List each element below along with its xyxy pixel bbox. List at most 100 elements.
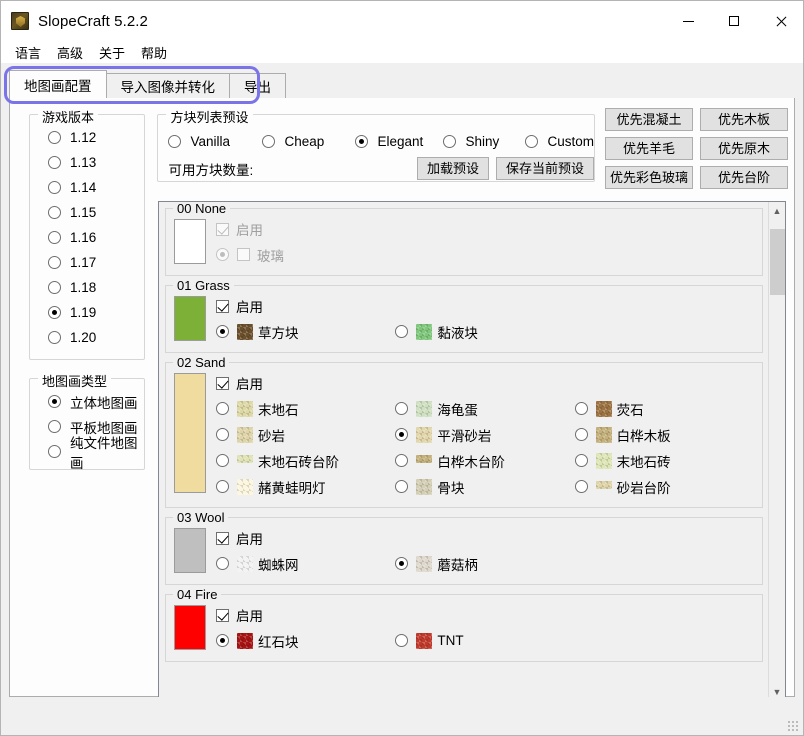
block-option[interactable]: 砂岩台阶 — [575, 474, 754, 499]
block-option-label: 红石块 — [258, 631, 299, 651]
priority-log-button[interactable]: 优先原木 — [700, 137, 788, 160]
block-option[interactable]: 末地石砖台阶 — [216, 448, 395, 473]
radio-icon — [395, 480, 408, 493]
radio-version-1-14[interactable]: 1.14 — [30, 175, 144, 200]
tab-map-config[interactable]: 地图画配置 — [9, 70, 107, 98]
scroll-thumb[interactable] — [770, 229, 785, 295]
radio-preset-cheap[interactable]: Cheap — [262, 134, 355, 149]
tab-content-map-config: 游戏版本 1.12 1.13 1.14 1.15 1.16 1.17 1.18 … — [9, 98, 795, 697]
block-option[interactable]: 砂岩 — [216, 422, 395, 447]
enable-checkbox[interactable]: 启用 — [216, 528, 754, 548]
block-texture-icon — [596, 481, 612, 489]
radio-version-1-13[interactable]: 1.13 — [30, 150, 144, 175]
radio-label: 1.17 — [70, 255, 96, 270]
block-option[interactable]: 蘑菇柄 — [395, 551, 574, 576]
enable-checkbox[interactable]: 启用 — [216, 605, 754, 625]
radio-icon — [48, 395, 61, 408]
block-texture-icon — [237, 455, 253, 463]
block-option[interactable]: 骨块 — [395, 474, 574, 499]
resize-grip-icon[interactable] — [787, 720, 799, 732]
block-texture-icon — [416, 556, 432, 572]
radio-icon — [216, 480, 229, 493]
priority-slab-button[interactable]: 优先台阶 — [700, 166, 788, 189]
checkbox-icon — [216, 223, 229, 236]
radio-icon — [48, 181, 61, 194]
radio-icon — [216, 248, 229, 261]
radio-version-1-18[interactable]: 1.18 — [30, 275, 144, 300]
radio-label: 1.19 — [70, 305, 96, 320]
block-option[interactable]: 赭黄蛙明灯 — [216, 474, 395, 499]
priority-stained-glass-button[interactable]: 优先彩色玻璃 — [605, 166, 693, 189]
tab-import-convert[interactable]: 导入图像并转化 — [106, 73, 231, 98]
radio-icon — [48, 420, 61, 433]
radio-version-1-19[interactable]: 1.19 — [30, 300, 144, 325]
menu-item-help[interactable]: 帮助 — [133, 41, 175, 64]
block-option[interactable]: 红石块 — [216, 628, 395, 653]
block-option-label: TNT — [437, 633, 463, 648]
scroll-track[interactable] — [769, 219, 786, 683]
block-texture-icon — [237, 427, 253, 443]
window-controls — [665, 1, 803, 41]
block-option[interactable]: TNT — [395, 628, 574, 653]
priority-concrete-button[interactable]: 优先混凝土 — [605, 108, 693, 131]
radio-icon — [575, 428, 588, 441]
radio-label: 1.15 — [70, 205, 96, 220]
close-button[interactable] — [757, 1, 803, 41]
block-option-label: 赭黄蛙明灯 — [258, 477, 326, 497]
block-option[interactable]: 白桦木台阶 — [395, 448, 574, 473]
block-option-label: 砂岩 — [258, 425, 285, 445]
block-option[interactable]: 平滑砂岩 — [395, 422, 574, 447]
radio-version-1-15[interactable]: 1.15 — [30, 200, 144, 225]
maximize-button[interactable] — [711, 1, 757, 41]
checkbox-icon — [216, 300, 229, 313]
radio-icon — [355, 135, 368, 148]
priority-button-grid: 优先混凝土 优先木板 优先羊毛 优先原木 优先彩色玻璃 优先台阶 — [605, 108, 788, 189]
menu-item-advanced[interactable]: 高级 — [49, 41, 91, 64]
radio-preset-elegant[interactable]: Elegant — [355, 134, 443, 149]
load-preset-button[interactable]: 加载预设 — [417, 157, 489, 180]
radio-map-type-file[interactable]: 纯文件地图画 — [30, 439, 144, 464]
block-option-label: 蘑菇柄 — [437, 554, 478, 574]
block-option[interactable]: 荧石 — [575, 396, 754, 421]
block-list-scroll-area: 00 None启用玻璃01 Grass启用草方块黏液块02 Sand启用末地石海… — [158, 201, 786, 701]
block-texture-icon — [237, 479, 253, 495]
radio-version-1-16[interactable]: 1.16 — [30, 225, 144, 250]
block-texture-icon — [237, 633, 253, 649]
priority-planks-button[interactable]: 优先木板 — [700, 108, 788, 131]
radio-preset-custom[interactable]: Custom — [525, 134, 594, 149]
block-option[interactable]: 草方块 — [216, 319, 395, 344]
enable-label: 启用 — [236, 373, 263, 393]
enable-checkbox[interactable]: 启用 — [216, 296, 754, 316]
priority-wool-button[interactable]: 优先羊毛 — [605, 137, 693, 160]
menu-item-language[interactable]: 语言 — [7, 41, 49, 64]
block-option[interactable]: 黏液块 — [395, 319, 574, 344]
radio-preset-shiny[interactable]: Shiny — [443, 134, 525, 149]
tab-export[interactable]: 导出 — [229, 73, 286, 98]
minimize-button[interactable] — [665, 1, 711, 41]
block-option-label: 海龟蛋 — [437, 399, 478, 419]
radio-version-1-20[interactable]: 1.20 — [30, 325, 144, 350]
checkbox-icon — [237, 248, 250, 261]
block-option[interactable]: 海龟蛋 — [395, 396, 574, 421]
radio-version-1-17[interactable]: 1.17 — [30, 250, 144, 275]
enable-checkbox[interactable]: 启用 — [216, 373, 754, 393]
block-texture-icon — [416, 324, 432, 340]
block-option[interactable]: 末地石 — [216, 396, 395, 421]
vertical-scrollbar[interactable]: ▲ ▼ — [768, 202, 785, 700]
radio-version-1-12[interactable]: 1.12 — [30, 125, 144, 150]
block-option[interactable]: 白桦木板 — [575, 422, 754, 447]
save-preset-button[interactable]: 保存当前预设 — [496, 157, 594, 180]
block-option[interactable]: 蜘蛛网 — [216, 551, 395, 576]
block-group-legend: 04 Fire — [173, 587, 221, 602]
radio-preset-vanilla[interactable]: Vanilla — [168, 134, 262, 149]
radio-label: Shiny — [465, 134, 499, 149]
radio-icon — [48, 256, 61, 269]
radio-map-type-3d[interactable]: 立体地图画 — [30, 389, 144, 414]
radio-label: Cheap — [284, 134, 324, 149]
menu-item-about[interactable]: 关于 — [91, 41, 133, 64]
block-texture-icon — [416, 479, 432, 495]
scroll-up-arrow-icon[interactable]: ▲ — [769, 202, 786, 219]
radio-icon — [216, 634, 229, 647]
block-option[interactable]: 末地石砖 — [575, 448, 754, 473]
block-group-legend: 01 Grass — [173, 278, 234, 293]
